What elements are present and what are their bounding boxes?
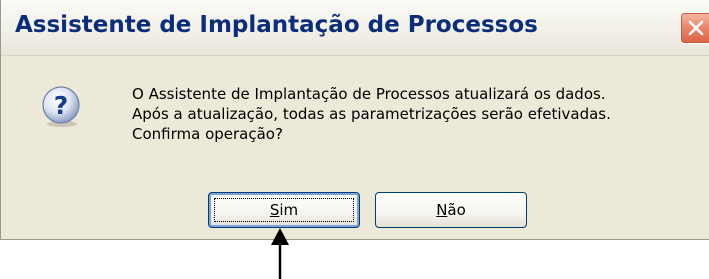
title-bar[interactable]: Assistente de Implantação de Processos — [1, 0, 709, 56]
no-mnemonic: N — [436, 201, 448, 219]
dialog-title: Assistente de Implantação de Processos — [15, 12, 538, 38]
question-icon: ? — [42, 86, 80, 127]
no-button[interactable]: Não — [375, 192, 527, 228]
up-arrow-icon — [271, 228, 289, 279]
close-icon — [688, 20, 704, 36]
close-button[interactable] — [680, 12, 709, 44]
confirm-dialog: Assistente de Implantação de Processos ?… — [0, 0, 709, 240]
dialog-message: O Assistente de Implantação de Processos… — [132, 84, 611, 144]
svg-text:?: ? — [54, 91, 69, 120]
message-line: O Assistente de Implantação de Processos… — [132, 85, 606, 103]
focus-ring — [214, 198, 354, 222]
message-line: Confirma operação? — [132, 125, 283, 143]
yes-button[interactable]: Sim — [208, 192, 360, 228]
message-line: Após a atualização, todas as parametriza… — [132, 105, 611, 123]
no-label: ão — [447, 201, 466, 219]
